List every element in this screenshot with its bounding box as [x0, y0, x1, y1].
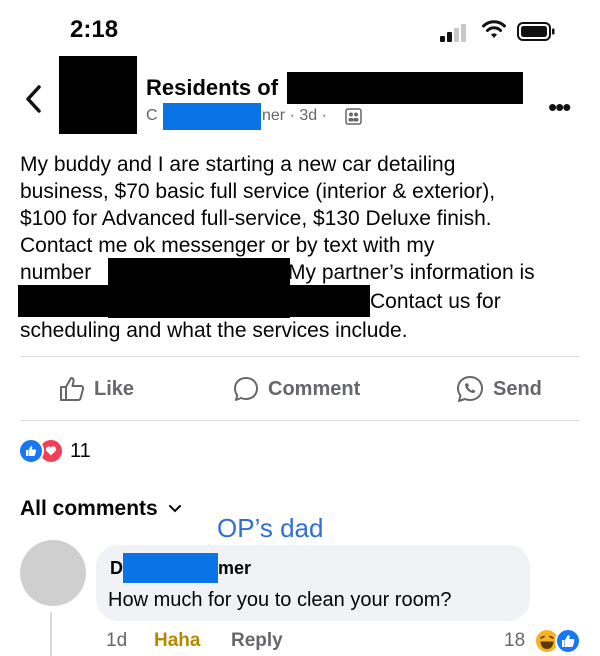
- divider: [20, 420, 580, 421]
- status-time: 2:18: [70, 16, 119, 43]
- post-text-line: My buddy and I are starting a new car de…: [20, 153, 456, 176]
- post-text-line: number: [20, 261, 92, 284]
- comment-icon: [234, 377, 258, 401]
- signal-icon: [440, 24, 468, 42]
- annotation-label: OP’s dad: [217, 513, 324, 543]
- like-icon: [60, 377, 85, 401]
- comment-sort-label: All comments: [20, 497, 158, 520]
- reaction-summary[interactable]: 11: [18, 438, 91, 464]
- author-redaction: [163, 103, 261, 130]
- comment-label: Comment: [268, 377, 361, 400]
- group-icon: [345, 108, 362, 125]
- comment-reaction-icons: [534, 628, 581, 654]
- divider: [20, 356, 580, 357]
- back-icon[interactable]: [22, 82, 46, 116]
- battery-icon: [517, 22, 555, 41]
- post-time: · 3d ·: [289, 107, 327, 124]
- commenter-avatar[interactable]: [20, 540, 86, 606]
- author-name-start[interactable]: C: [146, 107, 158, 125]
- send-label: Send: [493, 377, 542, 400]
- comment-button[interactable]: Comment: [232, 373, 360, 405]
- like-button[interactable]: Like: [58, 373, 134, 405]
- comment-reaction-button[interactable]: Haha: [154, 630, 200, 652]
- wifi-icon: [482, 20, 506, 38]
- post-text-line: Contact us for: [370, 290, 501, 313]
- comment-text: How much for you to clean your room?: [108, 589, 452, 611]
- post-text-line: My partner’s information is: [288, 261, 535, 284]
- chevron-down-icon: [168, 505, 181, 513]
- author-name-end[interactable]: ner: [262, 107, 285, 124]
- comment-reaction-count: 18: [504, 630, 526, 651]
- more-icon[interactable]: •••: [548, 92, 571, 123]
- reply-button[interactable]: Reply: [231, 630, 283, 652]
- post-text-line: Contact me ok messenger or by text with …: [20, 234, 435, 257]
- post-text-line: $100 for Advanced full-service, $130 Del…: [20, 207, 492, 230]
- commenter-name-end[interactable]: mer: [218, 558, 251, 579]
- send-icon: [457, 376, 483, 402]
- post-meta: ner · 3d ·: [262, 107, 327, 125]
- comment-sort-dropdown[interactable]: All comments: [20, 497, 182, 521]
- comment-time: 1d: [106, 630, 128, 651]
- post-text-line: scheduling and what the services include…: [20, 319, 408, 342]
- post-text-line: business, $70 basic full service (interi…: [20, 180, 496, 203]
- commenter-redaction: [123, 553, 218, 583]
- partner-info-redaction: [18, 285, 370, 317]
- like-reaction-icon: [18, 438, 44, 464]
- redaction-bar: [287, 72, 523, 104]
- group-avatar-redacted[interactable]: [59, 56, 137, 134]
- reaction-count: 11: [70, 439, 91, 462]
- commenter-name-start[interactable]: D: [110, 558, 123, 579]
- send-button[interactable]: Send: [455, 373, 542, 405]
- like-label: Like: [94, 377, 135, 400]
- group-name[interactable]: Residents of: [146, 75, 278, 101]
- thread-line: [50, 612, 52, 656]
